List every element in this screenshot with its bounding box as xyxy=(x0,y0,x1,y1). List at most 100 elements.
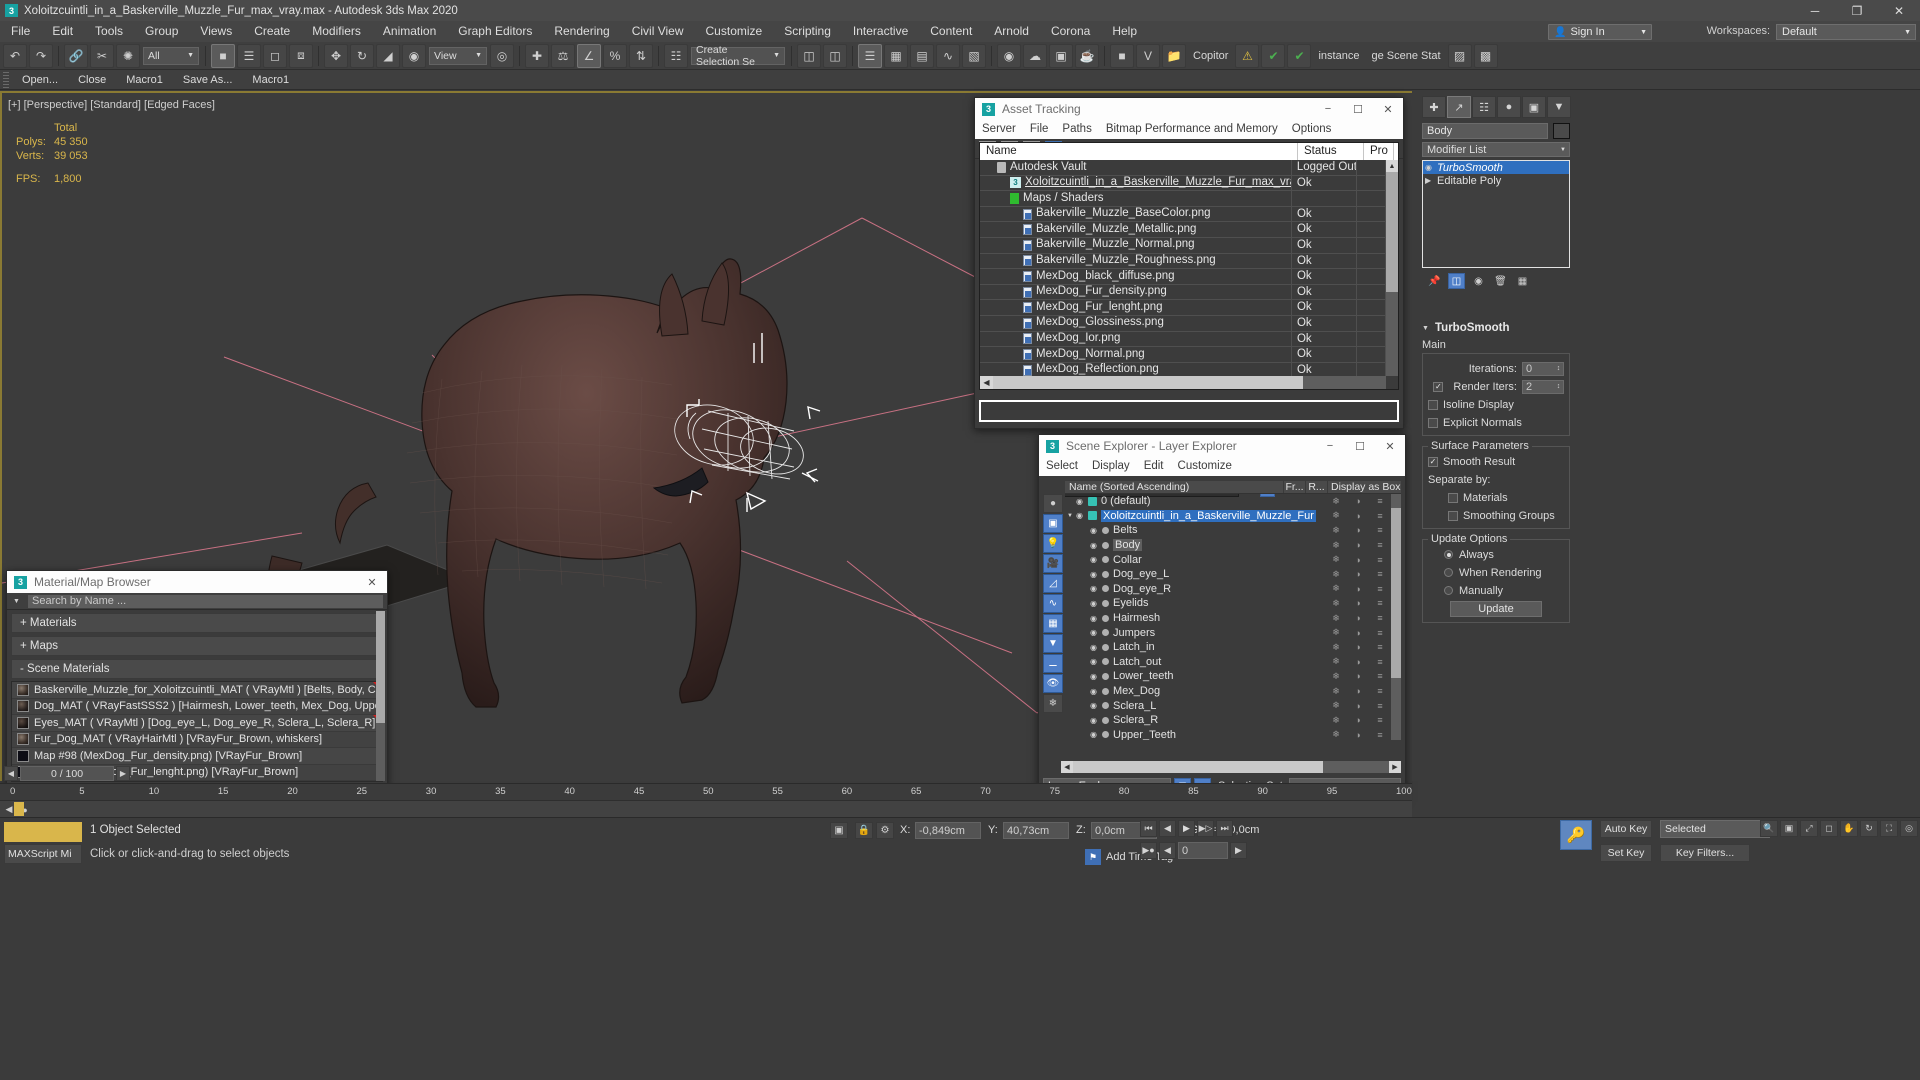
material-browser-scrollbar[interactable] xyxy=(376,611,385,781)
use-pivot-point-center-button[interactable]: ◎ xyxy=(490,43,514,68)
track-bar[interactable]: 0 5 10 15 20 25 30 35 40 45 50 55 60 65 70 75 80 85 90 95 10… xyxy=(0,766,1412,818)
asset-maximize-button[interactable]: ☐ xyxy=(1343,98,1373,120)
show-end-result-icon[interactable]: ◫ xyxy=(1448,273,1465,289)
menu-interactive[interactable]: Interactive xyxy=(842,21,919,42)
scene-menu-edit[interactable]: Edit xyxy=(1137,457,1171,476)
time-range-field[interactable]: 0 / 100 xyxy=(20,766,114,781)
close-button[interactable]: ✕ xyxy=(1878,0,1920,21)
expand-arrow-icon[interactable]: ▶ xyxy=(1425,176,1437,185)
table-row[interactable]: MexDog_Fur_density.png Ok xyxy=(980,284,1386,301)
toolbar-grip[interactable] xyxy=(3,71,9,88)
material-editor-button[interactable]: ◉ xyxy=(997,43,1021,68)
range-prev-icon[interactable]: ◀ xyxy=(4,766,18,781)
list-item[interactable]: ◉ Collar ❄ ◑ ≡ xyxy=(1065,552,1391,567)
prev-key-icon[interactable]: ◀ xyxy=(1159,842,1176,859)
asset-tracking-grid[interactable]: Name Status Pro Autodesk Vault Logged Out… xyxy=(979,142,1399,390)
hierarchy-tab[interactable]: ☷ xyxy=(1472,96,1496,118)
create-tab[interactable]: ✚ xyxy=(1422,96,1446,118)
track-bar-row[interactable]: ◀ ● xyxy=(0,800,1412,818)
modifier-stack[interactable]: ◉ TurboSmooth ▶ Editable Poly xyxy=(1422,160,1570,268)
scene-maximize-button[interactable]: ☐ xyxy=(1345,435,1375,457)
asset-menu-file[interactable]: File xyxy=(1023,120,1056,139)
filter-lights-icon[interactable]: 💡 xyxy=(1043,534,1063,553)
visibility-eye-icon[interactable]: ◉ xyxy=(1090,643,1100,652)
window-crossing-button[interactable]: ⧈ xyxy=(289,43,313,68)
visibility-eye-icon[interactable]: ◉ xyxy=(1090,526,1100,535)
visibility-eye-icon[interactable]: ◉ xyxy=(1090,672,1100,681)
menu-group[interactable]: Group xyxy=(134,21,189,42)
modifier-stack-item[interactable]: ◉ TurboSmooth xyxy=(1423,161,1569,174)
menu-scripting[interactable]: Scripting xyxy=(773,21,842,42)
materials-checkbox[interactable] xyxy=(1448,492,1458,503)
list-item[interactable]: Dog_MAT ( VRayFastSSS2 ) [Hairmesh, Lowe… xyxy=(12,698,382,715)
scene-menu-display[interactable]: Display xyxy=(1085,457,1137,476)
smooth-result-checkbox[interactable]: ✓ xyxy=(1428,456,1438,467)
display-as-box-toggle[interactable]: ≡ xyxy=(1369,540,1391,550)
edit-named-selection-sets-button[interactable]: ☷ xyxy=(664,43,688,68)
scene-minimize-button[interactable]: − xyxy=(1315,435,1345,457)
section-materials[interactable]: + Materials xyxy=(11,613,383,633)
table-row[interactable]: Bakerville_Muzzle_Normal.png Ok xyxy=(980,237,1386,254)
macro-1b-button[interactable]: Macro1 xyxy=(242,70,299,90)
modifier-stack-item[interactable]: ▶ Editable Poly xyxy=(1423,174,1569,187)
update-always-radio[interactable] xyxy=(1444,550,1453,559)
material-scroll-thumb[interactable] xyxy=(376,611,385,723)
renderable-toggle[interactable]: ◑ xyxy=(1347,730,1369,740)
visibility-eye-icon[interactable]: ◉ xyxy=(1090,687,1100,696)
frozen-toggle[interactable]: ❄ xyxy=(1325,656,1347,667)
render-setup-button[interactable]: ☁ xyxy=(1023,43,1047,68)
list-item[interactable]: ◉ Dog_eye_R ❄ ◑ ≡ xyxy=(1065,582,1391,597)
list-item[interactable]: ◉ Sclera_L ❄ ◑ ≡ xyxy=(1065,698,1391,713)
display-as-box-toggle[interactable]: ≡ xyxy=(1369,701,1391,711)
table-row[interactable]: Bakerville_Muzzle_Roughness.png Ok xyxy=(980,253,1386,270)
display-as-box-toggle[interactable]: ≡ xyxy=(1369,671,1391,681)
scene-hscroll-thumb[interactable] xyxy=(1073,761,1323,773)
asset-menu-server[interactable]: Server xyxy=(975,120,1023,139)
check2-icon[interactable]: ✔ xyxy=(1287,43,1312,68)
select-by-name-button[interactable]: ☰ xyxy=(237,43,261,68)
asset-menu-options[interactable]: Options xyxy=(1285,120,1339,139)
sign-in-button[interactable]: 👤 Sign In ▼ xyxy=(1548,24,1652,40)
selection-lock-toggle-icon[interactable]: ▣ xyxy=(830,822,848,839)
asset-hscroll-thumb[interactable] xyxy=(993,376,1303,389)
asset-close-button[interactable]: ✕ xyxy=(1373,98,1403,120)
scene-explorer-window[interactable]: 3 Scene Explorer - Layer Explorer − ☐ ✕ … xyxy=(1038,434,1406,800)
list-item[interactable]: ◉ Hairmesh ❄ ◑ ≡ xyxy=(1065,611,1391,626)
renderable-toggle[interactable]: ◑ xyxy=(1347,584,1369,594)
scene-explorer-button[interactable]: ▦ xyxy=(884,43,908,68)
remove-modifier-icon[interactable]: 🗑 xyxy=(1492,273,1509,289)
renderable-toggle[interactable]: ◑ xyxy=(1347,671,1369,681)
display-as-box-toggle[interactable]: ≡ xyxy=(1369,613,1391,623)
renderable-toggle[interactable]: ◑ xyxy=(1347,598,1369,608)
scroll-up-icon[interactable]: ▲ xyxy=(1386,160,1398,172)
previous-frame-icon[interactable]: ◀ xyxy=(1159,820,1176,837)
expand-arrow-icon[interactable]: ▼ xyxy=(1067,513,1076,519)
menu-edit[interactable]: Edit xyxy=(41,21,84,42)
update-manually-radio[interactable] xyxy=(1444,586,1453,595)
rendered-frame-window-button[interactable]: ▣ xyxy=(1049,43,1073,68)
animation-key[interactable] xyxy=(14,802,24,816)
scene-col-frozen[interactable]: Fr... xyxy=(1283,481,1305,493)
asset-status-field[interactable] xyxy=(979,400,1399,422)
asset-vertical-scrollbar[interactable]: ▲ xyxy=(1386,160,1398,376)
display-as-box-toggle[interactable]: ≡ xyxy=(1369,642,1391,652)
visibility-eye-icon[interactable]: ◉ xyxy=(1090,628,1100,637)
asset-col-pro[interactable]: Pro xyxy=(1364,143,1394,160)
x-coord-field[interactable]: -0,849cm xyxy=(915,822,981,839)
material-browser-close-button[interactable]: ✕ xyxy=(357,571,387,593)
table-row[interactable]: MexDog_black_diffuse.png Ok xyxy=(980,269,1386,285)
frozen-toggle[interactable]: ❄ xyxy=(1325,598,1347,609)
menu-views[interactable]: Views xyxy=(189,21,243,42)
reference-coordinate-system-combo[interactable]: View ▼ xyxy=(429,46,487,65)
toggle-ribbon-button[interactable]: ▤ xyxy=(910,43,934,68)
current-frame-field[interactable]: 0 xyxy=(1178,842,1228,859)
scene-state-save-button[interactable]: ▨ xyxy=(1447,43,1472,68)
list-item[interactable]: ◉ Latch_out ❄ ◑ ≡ xyxy=(1065,655,1391,670)
scroll-right-icon[interactable]: ▶ xyxy=(1389,761,1401,773)
filter-shapes-icon[interactable]: ▣ xyxy=(1043,514,1063,533)
renderable-toggle[interactable]: ◑ xyxy=(1347,569,1369,579)
display-as-box-toggle[interactable]: ≡ xyxy=(1369,511,1391,521)
list-item[interactable]: ◉ Upper_Teeth ❄ ◑ ≡ xyxy=(1065,728,1391,740)
filter-xrefs-icon[interactable]: ▼ xyxy=(1043,634,1063,653)
display-as-box-toggle[interactable]: ≡ xyxy=(1369,657,1391,667)
